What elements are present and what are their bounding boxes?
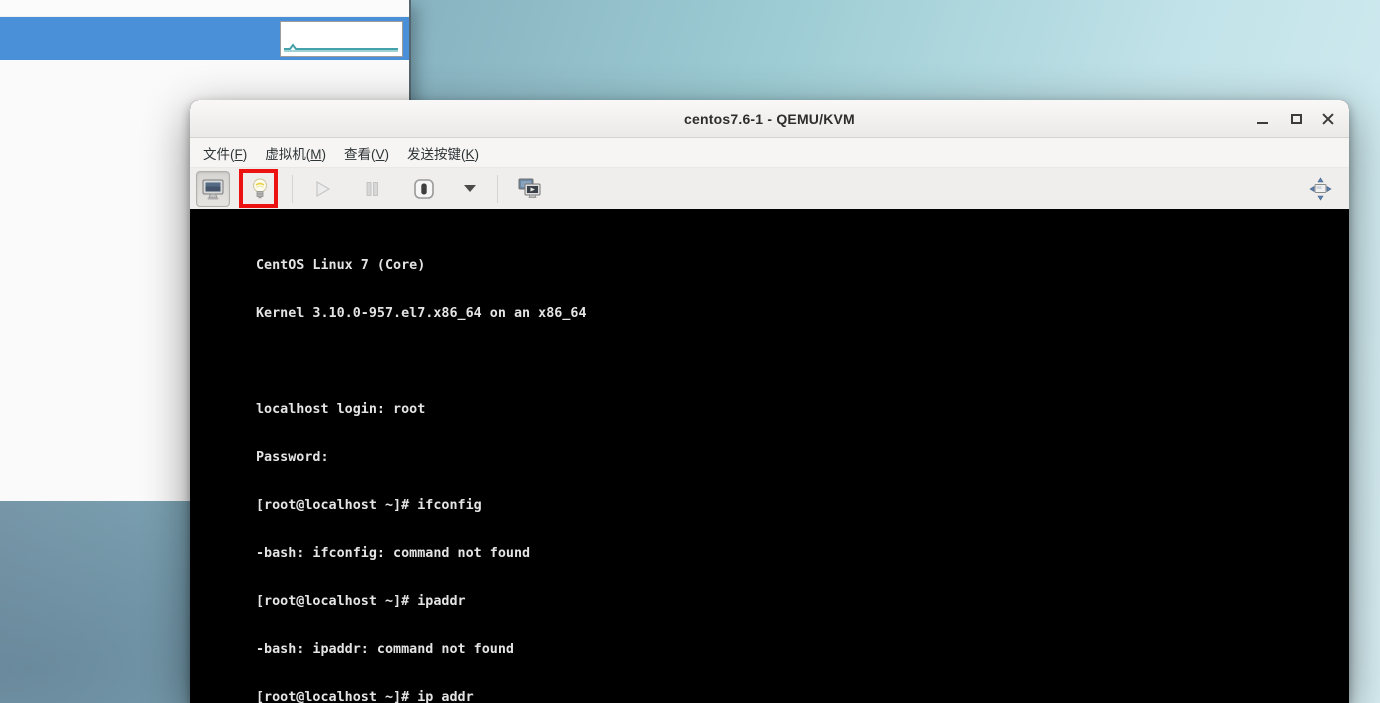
- play-icon: [316, 180, 331, 197]
- cpu-usage-sparkline: [280, 21, 403, 57]
- terminal-line: [root@localhost ~]# ifconfig: [256, 498, 482, 513]
- terminal-output: CentOS Linux 7 (Core) Kernel 3.10.0-957.…: [190, 209, 1349, 703]
- menu-file-suffix: ): [242, 146, 248, 162]
- menu-view[interactable]: 查看(V): [335, 139, 398, 167]
- virtual-machine-consoles-button[interactable]: [512, 171, 546, 207]
- vm-console-window: centos7.6-1 - QEMU/KVM 文件(F) 虚拟机(M) 查看(V…: [190, 100, 1349, 703]
- menu-send-key[interactable]: 发送按键(K): [398, 139, 488, 167]
- run-button[interactable]: [305, 171, 339, 207]
- terminal-line: -bash: ifconfig: command not found: [256, 546, 531, 561]
- minimize-icon: [1256, 122, 1268, 124]
- menu-sendkey-mnemonic: K: [465, 146, 475, 162]
- menu-vm-mnemonic: M: [310, 146, 322, 162]
- menu-file-label: 文件(: [203, 146, 235, 162]
- minimize-button[interactable]: [1249, 107, 1275, 131]
- monitor-icon: [202, 179, 224, 199]
- show-console-button[interactable]: [196, 170, 230, 207]
- terminal-line: -bash: ipaddr: command not found: [256, 642, 514, 657]
- terminal-line: CentOS Linux 7 (Core): [256, 258, 426, 273]
- fullscreen-arrows-icon: [1309, 176, 1332, 201]
- lightbulb-icon: [253, 178, 267, 198]
- pause-button[interactable]: [355, 171, 389, 207]
- shutdown-icon: [414, 178, 434, 199]
- maximize-icon: [1290, 114, 1302, 124]
- show-details-button[interactable]: [243, 171, 277, 207]
- menu-vm-suffix: ): [321, 146, 327, 162]
- titlebar[interactable]: centos7.6-1 - QEMU/KVM: [190, 100, 1349, 138]
- maximize-button[interactable]: [1283, 107, 1309, 131]
- close-button[interactable]: [1315, 107, 1341, 131]
- terminal-line: localhost login: root: [256, 402, 426, 417]
- shutdown-button[interactable]: [407, 171, 441, 207]
- menu-sendkey-label: 发送按键(: [407, 146, 466, 162]
- menu-view-suffix: ): [384, 146, 390, 162]
- vm-list-row-selected[interactable]: [0, 17, 409, 60]
- toolbar-separator: [292, 174, 293, 203]
- fullscreen-button[interactable]: [1303, 171, 1337, 207]
- shutdown-menu-button[interactable]: [457, 171, 483, 207]
- menu-view-mnemonic: V: [375, 146, 385, 162]
- chevron-down-icon: [464, 185, 476, 192]
- window-title: centos7.6-1 - QEMU/KVM: [684, 111, 855, 127]
- terminal-line: [root@localhost ~]# ip addr: [256, 690, 474, 703]
- terminal-line: Password:: [256, 450, 329, 465]
- menu-sendkey-suffix: ): [474, 146, 480, 162]
- menu-file[interactable]: 文件(F): [194, 139, 256, 167]
- vm-console-screen[interactable]: CentOS Linux 7 (Core) Kernel 3.10.0-957.…: [190, 209, 1349, 703]
- dual-monitor-icon: [518, 178, 541, 198]
- menubar: 文件(F) 虚拟机(M) 查看(V) 发送按键(K): [190, 138, 1349, 168]
- terminal-line: [root@localhost ~]# ipaddr: [256, 594, 466, 609]
- menu-vm-label: 虚拟机(: [265, 146, 311, 162]
- menu-virtual-machine[interactable]: 虚拟机(M): [256, 139, 335, 167]
- menu-file-mnemonic: F: [234, 146, 243, 162]
- terminal-line: Kernel 3.10.0-957.el7.x86_64 on an x86_6…: [256, 306, 587, 321]
- toolbar-separator: [497, 174, 498, 203]
- toolbar: [190, 168, 1349, 209]
- close-icon: [1322, 113, 1334, 125]
- pause-icon: [366, 181, 378, 196]
- vm-list-header: [0, 0, 409, 17]
- menu-view-label: 查看(: [344, 146, 376, 162]
